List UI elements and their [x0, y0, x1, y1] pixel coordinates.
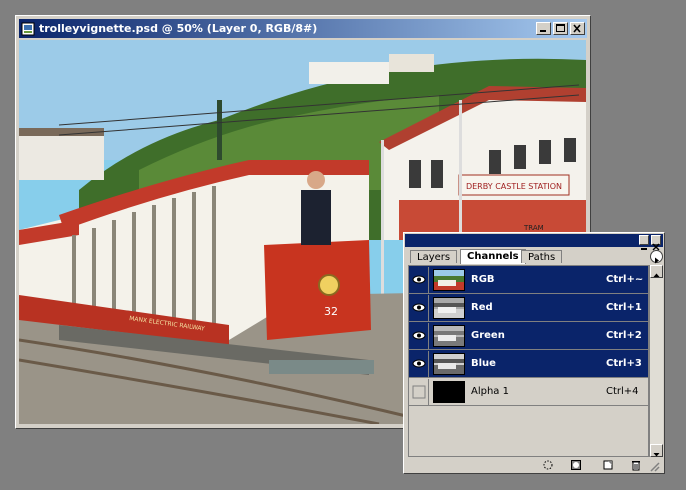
document-title-bar[interactable]: trolleyvignette.psd @ 50% (Layer 0, RGB/…: [19, 19, 587, 38]
channel-list[interactable]: RGB Ctrl+~ Red Ctrl+1 Green Ctrl+2 Blue …: [408, 265, 649, 457]
save-selection-icon[interactable]: [570, 459, 582, 471]
palette-title-bar[interactable]: [405, 234, 663, 251]
arrow-up-icon: [653, 273, 660, 277]
resize-grip-icon[interactable]: [648, 460, 660, 472]
palette-menu-button[interactable]: [650, 250, 663, 264]
tab-paths[interactable]: Paths: [521, 250, 563, 263]
scroll-up-button[interactable]: [650, 265, 663, 278]
channel-thumbnail-rgb: [433, 268, 465, 291]
channel-name: Alpha 1: [471, 386, 509, 397]
channel-thumbnail-blue: [433, 352, 465, 375]
tram-number: 32: [324, 305, 338, 318]
load-selection-icon[interactable]: [542, 459, 554, 471]
channel-shortcut: Ctrl+3: [606, 358, 642, 369]
channel-row-alpha-1[interactable]: Alpha 1 Ctrl+4: [409, 378, 648, 406]
maximize-button[interactable]: [553, 22, 568, 35]
channel-name: RGB: [471, 274, 495, 285]
channel-name: Green: [471, 330, 505, 341]
channel-row-green[interactable]: Green Ctrl+2: [409, 322, 648, 350]
palette-bottom-bar: [408, 458, 660, 472]
minimize-button[interactable]: [536, 22, 551, 35]
channel-shortcut: Ctrl+1: [606, 302, 642, 313]
photoshop-file-icon: [21, 22, 35, 35]
channel-row-rgb[interactable]: RGB Ctrl+~: [409, 266, 648, 294]
visibility-toggle-empty[interactable]: [409, 378, 429, 405]
trash-icon[interactable]: [630, 459, 642, 471]
channel-shortcut: Ctrl+4: [606, 386, 639, 397]
tram-sign: TRAM: [523, 224, 544, 232]
palette-minimize-button[interactable]: [639, 235, 649, 250]
tab-layers[interactable]: Layers: [410, 250, 458, 263]
scroll-down-button[interactable]: [650, 444, 663, 457]
tab-channels[interactable]: Channels: [460, 249, 526, 264]
visibility-eye-icon[interactable]: [409, 322, 429, 349]
channel-thumbnail-green: [433, 324, 465, 347]
new-channel-icon[interactable]: [602, 459, 614, 471]
palette-tabs: Layers Channels Paths: [408, 249, 660, 264]
channel-thumbnail-alpha: [433, 380, 465, 403]
palette-close-button[interactable]: [651, 235, 661, 251]
channel-row-blue[interactable]: Blue Ctrl+3: [409, 350, 648, 378]
close-button[interactable]: [570, 22, 585, 35]
visibility-eye-icon[interactable]: [409, 350, 429, 377]
document-title: trolleyvignette.psd @ 50% (Layer 0, RGB/…: [39, 22, 318, 35]
channel-row-red[interactable]: Red Ctrl+1: [409, 294, 648, 322]
station-sign: DERBY CASTLE STATION: [466, 182, 562, 191]
channel-name: Red: [471, 302, 493, 313]
channel-shortcut: Ctrl+2: [606, 330, 642, 341]
visibility-eye-icon[interactable]: [409, 294, 429, 321]
channels-palette[interactable]: Layers Channels Paths RGB Ctrl+~ Red Ctr…: [403, 232, 665, 474]
channel-name: Blue: [471, 358, 496, 369]
channel-thumbnail-red: [433, 296, 465, 319]
channel-shortcut: Ctrl+~: [606, 274, 644, 285]
visibility-eye-icon[interactable]: [409, 266, 429, 293]
vertical-scrollbar[interactable]: [649, 265, 663, 457]
